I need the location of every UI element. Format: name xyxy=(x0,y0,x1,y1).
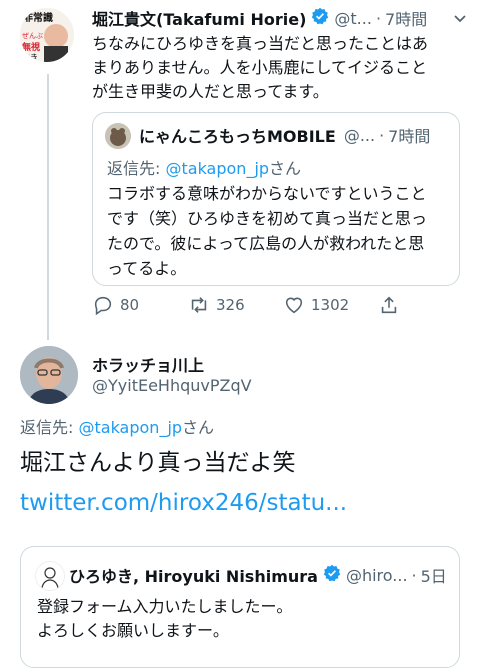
reply-suffix: さん xyxy=(182,418,215,437)
retweet-button[interactable]: 326 xyxy=(188,294,245,316)
svg-text:ぜんぶ: ぜんぶ xyxy=(22,32,43,40)
reply-handle-link[interactable]: @takapon_jp xyxy=(78,418,182,437)
retweet-count: 326 xyxy=(216,296,245,314)
svg-text:非常識: 非常識 xyxy=(23,11,53,24)
svg-text:生き: 生き xyxy=(22,52,38,62)
tweet1-time[interactable]: 7時間 xyxy=(385,6,427,30)
separator-dot: · xyxy=(375,8,382,28)
tweet1-handle[interactable]: @t... xyxy=(334,9,372,28)
like-icon xyxy=(285,297,303,314)
like-button[interactable]: 1302 xyxy=(283,294,349,316)
verified-badge-icon xyxy=(323,564,341,586)
quote1-text-line: たので。彼によって広島の人が救われたと思 xyxy=(107,234,425,253)
quote1-reply-to: 返信先: @takapon_jpさん xyxy=(107,155,301,179)
avatar-hiroyuki[interactable] xyxy=(35,561,65,591)
quote1-time: 7時間 xyxy=(388,127,431,146)
avatar-nyankoro-image xyxy=(105,123,131,149)
tweet2-link[interactable]: twitter.com/hirox246/statu... xyxy=(20,486,347,520)
tweet2-reply-to: 返信先: @takapon_jpさん xyxy=(20,414,214,438)
quote1-text-line: です（笑）ひろゆきを初めて真っ当だと思っ xyxy=(107,209,428,228)
reply-button[interactable]: 80 xyxy=(92,294,139,316)
quote1-text-line: ってるよ。 xyxy=(107,259,187,278)
share-button[interactable] xyxy=(378,294,400,316)
tweet1-author-name[interactable]: 堀江貴文(Takafumi Horie) xyxy=(92,6,306,30)
tweet1-text-line: まりありません。人を小馬鹿にしてイジること xyxy=(92,58,428,77)
avatar-horaccho[interactable] xyxy=(20,346,78,404)
avatar-horie[interactable]: 非常識 ぜんぶ 無視 生き xyxy=(20,8,74,62)
quote2-handle: @hiro... xyxy=(345,565,408,585)
avatar-nyankoro[interactable] xyxy=(105,123,131,149)
separator-dot: · xyxy=(379,125,385,145)
more-options-icon[interactable] xyxy=(450,8,470,28)
tweet2-author-name-row: ホラッチョ川上 xyxy=(92,352,204,376)
tweet2-quote-card[interactable]: ひろゆき, Hiroyuki Nishimura @hiro... · 5日 登… xyxy=(20,546,460,668)
tweet2-handle-row: @YyitEeHhquvPZqV xyxy=(92,376,252,395)
reply-suffix: さん xyxy=(269,159,302,178)
quote2-header: ひろゆき, Hiroyuki Nishimura @hiro... · 5日 xyxy=(69,563,447,587)
tweet2-author-name[interactable]: ホラッチョ川上 xyxy=(92,352,204,376)
tweet1-quote-card[interactable]: にゃんころもっちMOBILE @... · 7時間 返信先: @takapon_… xyxy=(92,112,460,286)
verified-badge-icon xyxy=(311,7,329,29)
avatar-horaccho-image xyxy=(20,346,78,404)
reply-prefix: 返信先: xyxy=(20,418,79,437)
tweet1-text: ちなみにひろゆきを真っ当だと思ったことはあ まりありません。人を小馬鹿にしてイジ… xyxy=(92,32,428,104)
tweet2-handle[interactable]: @YyitEeHhquvPZqV xyxy=(92,376,252,395)
reply-handle-link[interactable]: @takapon_jp xyxy=(165,159,269,178)
quote1-text: コラボする意味がわからないですということ です（笑）ひろゆきを初めて真っ当だと思… xyxy=(107,181,427,281)
svg-text:無視: 無視 xyxy=(22,41,40,53)
quote1-author-name[interactable]: にゃんころもっちMOBILE xyxy=(139,123,336,147)
reply-count: 80 xyxy=(120,296,140,314)
quote2-text-line: よろしくお願いしますー。 xyxy=(37,621,229,640)
tweet1-header: 堀江貴文(Takafumi Horie) @t... · 7時間 xyxy=(92,6,427,30)
share-icon xyxy=(381,296,397,314)
reply-icon xyxy=(94,296,112,316)
separator-dot: · xyxy=(411,565,417,585)
retweet-icon xyxy=(191,297,207,313)
quote1-handle: @... xyxy=(343,125,376,145)
reply-prefix: 返信先: xyxy=(107,159,166,178)
tweet1-text-line: が生き甲斐の人だと思ってます。 xyxy=(92,82,329,101)
avatar-horie-image: 非常識 ぜんぶ 無視 生き xyxy=(20,8,74,62)
thread-line xyxy=(47,74,49,340)
avatar-hiroyuki-image xyxy=(36,562,64,590)
like-count: 1302 xyxy=(311,296,350,314)
quote2-text: 登録フォーム入力いたしましたー。 よろしくお願いしますー。 xyxy=(37,595,292,643)
quote1-header: にゃんころもっちMOBILE @... · 7時間 xyxy=(139,123,430,147)
tweet1-text-line: ちなみにひろゆきを真っ当だと思ったことはあ xyxy=(92,34,429,53)
quote1-text-line: コラボする意味がわからないですということ xyxy=(107,184,427,203)
quote2-time: 5日 xyxy=(420,567,447,586)
quote2-author-name[interactable]: ひろゆき, Hiroyuki Nishimura xyxy=(69,563,318,587)
tweet2-text: 堀江さんより真っ当だよ笑 xyxy=(20,450,296,476)
quote2-text-line: 登録フォーム入力いたしましたー。 xyxy=(37,597,293,616)
